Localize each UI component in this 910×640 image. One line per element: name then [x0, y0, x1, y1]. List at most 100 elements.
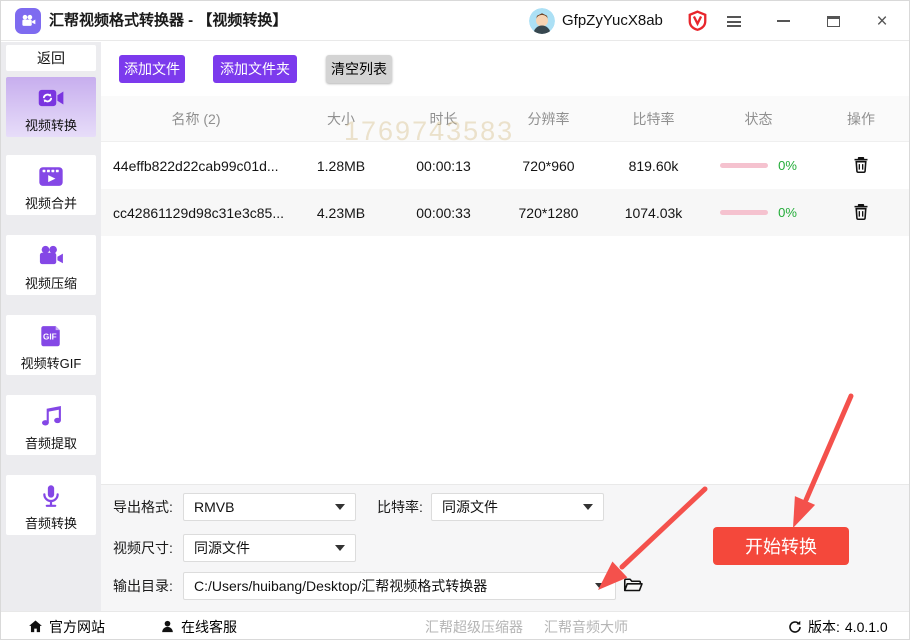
trash-icon — [854, 203, 868, 220]
sidebar-item-label: 音频提取 — [24, 436, 77, 451]
file-action — [811, 199, 909, 227]
online-service-link[interactable]: 在线客服 — [159, 612, 237, 639]
file-size: 1.28MB — [316, 157, 366, 174]
delete-file-button[interactable] — [849, 152, 873, 180]
file-bitrate: 819.60k — [628, 157, 679, 174]
progress-bar — [720, 210, 769, 215]
related-app-audio-master-link[interactable]: 汇帮音频大师 — [544, 612, 628, 639]
audio-convert-icon — [6, 482, 96, 512]
clear-list-button[interactable]: 清空列表 — [326, 55, 392, 83]
close-button[interactable]: × — [869, 9, 895, 33]
chevron-down-icon — [595, 583, 605, 589]
video-to-gif-icon: GIF — [6, 322, 96, 352]
official-site-link[interactable]: 官方网站 — [27, 612, 105, 639]
related-app-compressor-link[interactable]: 汇帮超级压缩器 — [425, 612, 523, 639]
main-panel: 添加文件 添加文件夹 清空列表 名称 (2) 大小 时长 分辨率 比特率 状态 … — [101, 42, 909, 611]
col-header-action: 操作 — [847, 110, 875, 127]
table-row[interactable]: 44effb822d22cab99c01d... 1.28MB 00:00:13… — [101, 142, 909, 189]
sidebar-item-video-merge[interactable]: 视频合并 — [6, 155, 96, 215]
app-logo-icon — [15, 8, 41, 34]
sidebar: 返回 视频转换 视频合并 视频压缩 GIF 视频转GIF 音频提取 音频转换 — [1, 42, 101, 611]
file-action — [811, 152, 909, 180]
settings-panel: 导出格式: RMVB 比特率: 同源文件 视频尺寸: 同源文件 输出目录: C:… — [101, 484, 909, 611]
col-header-duration: 时长 — [429, 110, 458, 127]
file-resolution: 720*960 — [522, 157, 575, 174]
sidebar-item-video-convert[interactable]: 视频转换 — [6, 77, 96, 137]
browse-output-folder-button[interactable] — [620, 574, 646, 598]
sidebar-item-label: 视频转换 — [24, 118, 77, 133]
col-header-name: 名称 (2) — [171, 110, 221, 127]
output-dir-label: 输出目录: — [113, 578, 173, 594]
close-icon: × — [876, 10, 888, 32]
output-dir-select[interactable]: C:/Users/huibang/Desktop/汇帮视频格式转换器 — [183, 572, 616, 600]
app-window: 汇帮视频格式转换器 - 【视频转换】 GfpZyYucX8ab × 返回 视频转… — [0, 0, 910, 640]
sidebar-item-audio-convert[interactable]: 音频转换 — [6, 475, 96, 535]
video-size-value: 同源文件 — [194, 540, 250, 556]
maximize-icon — [826, 15, 840, 27]
video-size-select[interactable]: 同源文件 — [183, 534, 356, 562]
export-format-select[interactable]: RMVB — [183, 493, 356, 521]
svg-text:GIF: GIF — [43, 332, 57, 341]
trash-icon — [854, 156, 868, 173]
back-button[interactable]: 返回 — [6, 45, 96, 71]
window-title: 汇帮视频格式转换器 - 【视频转换】 — [49, 12, 288, 29]
add-folder-button[interactable]: 添加文件夹 — [213, 55, 297, 83]
video-size-label: 视频尺寸: — [113, 540, 173, 556]
file-size: 4.23MB — [316, 204, 366, 221]
output-dir-value: C:/Users/huibang/Desktop/汇帮视频格式转换器 — [194, 578, 488, 594]
bitrate-value: 同源文件 — [442, 499, 498, 515]
file-bitrate: 1074.03k — [624, 204, 683, 221]
version-label: 版本: — [808, 618, 840, 635]
home-icon — [29, 620, 42, 633]
sidebar-item-label: 视频合并 — [24, 196, 77, 211]
minimize-button[interactable] — [770, 9, 796, 33]
video-merge-icon — [6, 162, 96, 192]
col-header-resolution: 分辨率 — [527, 110, 570, 127]
official-site-label: 官方网站 — [49, 618, 105, 635]
person-icon — [162, 620, 173, 633]
bitrate-select[interactable]: 同源文件 — [431, 493, 604, 521]
version-value: 4.0.1.0 — [844, 618, 888, 635]
folder-icon — [623, 578, 643, 592]
sidebar-item-video-compress[interactable]: 视频压缩 — [6, 235, 96, 295]
sidebar-item-video-to-gif[interactable]: GIF 视频转GIF — [6, 315, 96, 375]
progress-percent: 0% — [778, 158, 797, 173]
table-row[interactable]: cc42861129d98c31e3c85... 4.23MB 00:00:33… — [101, 189, 909, 236]
start-convert-button[interactable]: 开始转换 — [713, 527, 849, 565]
export-format-label: 导出格式: — [113, 499, 173, 515]
sidebar-item-label: 视频压缩 — [24, 276, 77, 291]
menu-button[interactable] — [721, 9, 747, 33]
add-file-button[interactable]: 添加文件 — [119, 55, 185, 83]
sidebar-item-label: 视频转GIF — [20, 356, 82, 371]
hamburger-icon — [727, 15, 741, 27]
video-convert-icon — [6, 84, 96, 114]
chevron-down-icon — [335, 504, 345, 510]
online-service-label: 在线客服 — [181, 618, 237, 635]
delete-file-button[interactable] — [849, 199, 873, 227]
sidebar-item-label: 音频转换 — [24, 516, 77, 531]
file-resolution: 720*1280 — [518, 204, 579, 221]
chevron-down-icon — [583, 504, 593, 510]
chevron-down-icon — [335, 545, 345, 551]
username-label[interactable]: GfpZyYucX8ab — [562, 1, 663, 41]
bitrate-label: 比特率: — [377, 499, 423, 515]
user-avatar[interactable] — [529, 8, 555, 34]
audio-extract-icon — [6, 402, 96, 432]
sidebar-item-audio-extract[interactable]: 音频提取 — [6, 395, 96, 455]
file-name: 44effb822d22cab99c01d... — [113, 157, 279, 174]
file-status: 0% — [706, 158, 811, 173]
progress-bar — [720, 163, 769, 168]
file-name: cc42861129d98c31e3c85... — [113, 204, 284, 221]
file-status: 0% — [706, 205, 811, 220]
vip-badge-icon[interactable] — [687, 10, 708, 32]
export-format-value: RMVB — [194, 499, 235, 515]
progress-percent: 0% — [778, 205, 797, 220]
footer-bar: 官方网站 在线客服 汇帮超级压缩器 汇帮音频大师 版本: 4.0.1.0 — [1, 611, 909, 639]
minimize-icon — [776, 20, 790, 22]
file-duration: 00:00:13 — [416, 157, 471, 174]
version-info[interactable]: 版本: 4.0.1.0 — [787, 612, 888, 639]
col-header-size: 大小 — [327, 110, 355, 127]
table-header: 名称 (2) 大小 时长 分辨率 比特率 状态 操作 — [101, 96, 909, 142]
maximize-button[interactable] — [820, 9, 846, 33]
file-duration: 00:00:33 — [416, 204, 471, 221]
